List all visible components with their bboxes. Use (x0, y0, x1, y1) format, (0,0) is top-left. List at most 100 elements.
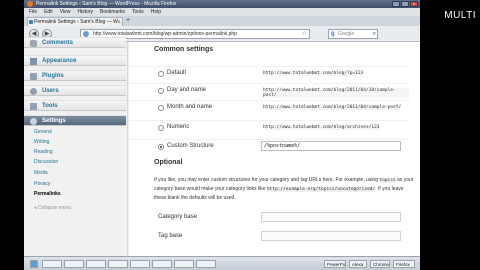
submenu-permalinks[interactable]: Permalinks (34, 191, 61, 197)
submenu-general[interactable]: General (34, 129, 52, 135)
permalink-option-numeric[interactable]: Numeric http://www.totalwebmt.com/blog/a… (129, 120, 409, 134)
sidebar-item-appearance[interactable]: Appearance (24, 55, 126, 66)
plugins-icon (30, 73, 37, 80)
option-example: http://www.totalwebmt.com/blog/2011/04/s… (263, 105, 402, 110)
option-label: Numeric (167, 124, 190, 130)
tag-base-input[interactable] (261, 231, 401, 241)
menu-help[interactable]: Help (151, 8, 161, 16)
taskbar-item[interactable] (152, 260, 172, 268)
sidebar-item-users[interactable]: Users (24, 85, 126, 96)
permalink-option-default[interactable]: Default http://www.totalwebmt.com/blog/?… (129, 66, 409, 80)
search-icon[interactable]: ⌕ (373, 30, 376, 38)
common-settings-title: Common settings (154, 46, 214, 53)
permalink-option-day-name[interactable]: Day and name http://www.totalwebmt.com/b… (129, 83, 409, 98)
category-base-label: Category base (158, 214, 198, 220)
menu-view[interactable]: View (60, 8, 71, 16)
radio-default[interactable] (158, 71, 164, 77)
collapse-menu[interactable]: ◂ Collapse menu (34, 205, 71, 211)
sidebar-item-label: Appearance (42, 58, 77, 64)
new-tab-button[interactable]: + (126, 17, 130, 25)
radio-numeric[interactable] (158, 125, 164, 131)
title-bar: Permalink Settings ‹ Sam's Blog — WordPr… (24, 0, 420, 8)
search-placeholder: Google (338, 31, 355, 37)
tab-permalink-settings[interactable]: Permalink Settings ‹ Sam's Blog — W... x (27, 17, 123, 26)
option-label: Default (167, 70, 187, 76)
submenu-discussion[interactable]: Discussion (34, 159, 58, 165)
browser-window: Permalink Settings ‹ Sam's Blog — WordPr… (24, 0, 420, 270)
menu-bar: File Edit View History Bookmarks Tools H… (24, 8, 420, 16)
permalink-option-custom[interactable]: Custom Structure /%postname%/ (129, 139, 409, 153)
taskbar-item[interactable] (64, 260, 84, 268)
tag-base-label: Tag base (158, 233, 183, 239)
sidebar-item-label: Settings (42, 118, 66, 124)
submenu-reading[interactable]: Reading (34, 149, 53, 155)
collapse-menu-label: Collapse menu (37, 205, 72, 211)
taskbar-item[interactable] (130, 260, 150, 268)
admin-sidebar: Comments Appearance Plugins Users Tools … (24, 37, 128, 256)
optional-description: If you like, you may enter custom struct… (154, 176, 416, 202)
submenu-privacy[interactable]: Privacy (34, 181, 50, 187)
optional-text-1: If you like, you may enter custom struct… (154, 177, 378, 183)
tray-firefox[interactable]: Firefox (393, 260, 415, 268)
menu-file[interactable]: File (29, 8, 37, 16)
option-example: http://www.totalwebmt.com/blog/archives/… (263, 125, 380, 130)
window-controls: _ □ x (392, 1, 418, 7)
sidebar-item-label: Comments (42, 40, 74, 46)
firefox-icon (27, 1, 33, 7)
settings-icon (30, 118, 37, 125)
users-icon (30, 88, 37, 95)
taskbar-item[interactable] (42, 260, 62, 268)
sidebar-item-settings[interactable]: Settings (24, 115, 126, 126)
tab-bar: Permalink Settings ‹ Sam's Blog — W... x… (24, 16, 420, 26)
category-base-input[interactable] (261, 212, 401, 222)
menu-history[interactable]: History (77, 8, 93, 16)
main-content: Common settings Default http://www.total… (129, 42, 420, 256)
tools-icon (30, 103, 37, 110)
option-label: Day and name (167, 87, 207, 93)
option-example: http://www.totalwebmt.com/blog/2011/04/1… (263, 88, 409, 98)
tray-powerpoint[interactable]: PowerPoint (324, 260, 346, 268)
radio-day-name[interactable] (158, 88, 164, 94)
option-label: Month and name (167, 104, 213, 110)
search-box[interactable]: g Google ⌕ (328, 29, 378, 39)
taskbar-item[interactable] (86, 260, 106, 268)
google-icon[interactable]: g (331, 30, 335, 38)
submenu-writing[interactable]: Writing (34, 139, 49, 145)
bookmark-star-icon[interactable]: ☆ (302, 30, 307, 38)
start-button[interactable] (30, 260, 38, 268)
sidebar-item-label: Plugins (42, 73, 64, 79)
tab-label: Permalink Settings ‹ Sam's Blog — W... (34, 19, 122, 25)
appearance-icon (30, 58, 37, 65)
menu-tools[interactable]: Tools (132, 8, 144, 16)
tray-chrome[interactable]: Chrome (370, 260, 390, 268)
optional-code-1: topics (379, 178, 396, 183)
radio-month-name[interactable] (158, 105, 164, 111)
close-window-button[interactable]: x (410, 1, 418, 7)
sidebar-item-plugins[interactable]: Plugins (24, 70, 126, 81)
optional-code-2: http://example.org/topics/uncategorized/ (266, 187, 376, 192)
taskbar: PowerPoint Alexa Chrome Firefox (24, 256, 420, 270)
taskbar-item[interactable] (196, 260, 216, 268)
window-title: Permalink Settings ‹ Sam's Blog — WordPr… (36, 1, 177, 7)
minimize-button[interactable]: _ (392, 1, 400, 7)
wordpress-favicon-icon (29, 20, 33, 24)
video-overlay-text: MULTI (444, 10, 476, 21)
tab-close-icon[interactable]: x (118, 18, 121, 26)
taskbar-item[interactable] (108, 260, 128, 268)
sidebar-item-comments[interactable]: Comments (24, 37, 126, 48)
radio-custom-structure[interactable] (158, 144, 164, 150)
option-label: Custom Structure (167, 143, 214, 149)
sidebar-item-tools[interactable]: Tools (24, 100, 126, 111)
tray-alexa[interactable]: Alexa (349, 260, 367, 268)
taskbar-item[interactable] (174, 260, 194, 268)
comments-icon (30, 40, 37, 47)
custom-structure-input[interactable]: /%postname%/ (261, 141, 401, 151)
menu-bookmarks[interactable]: Bookmarks (100, 8, 125, 16)
sidebar-item-label: Tools (42, 103, 58, 109)
sidebar-item-label: Users (42, 88, 59, 94)
maximize-button[interactable]: □ (401, 1, 409, 7)
submenu-media[interactable]: Media (34, 170, 48, 176)
optional-title: Optional (154, 159, 183, 166)
menu-edit[interactable]: Edit (44, 8, 53, 16)
permalink-option-month-name[interactable]: Month and name http://www.totalwebmt.com… (129, 100, 409, 114)
